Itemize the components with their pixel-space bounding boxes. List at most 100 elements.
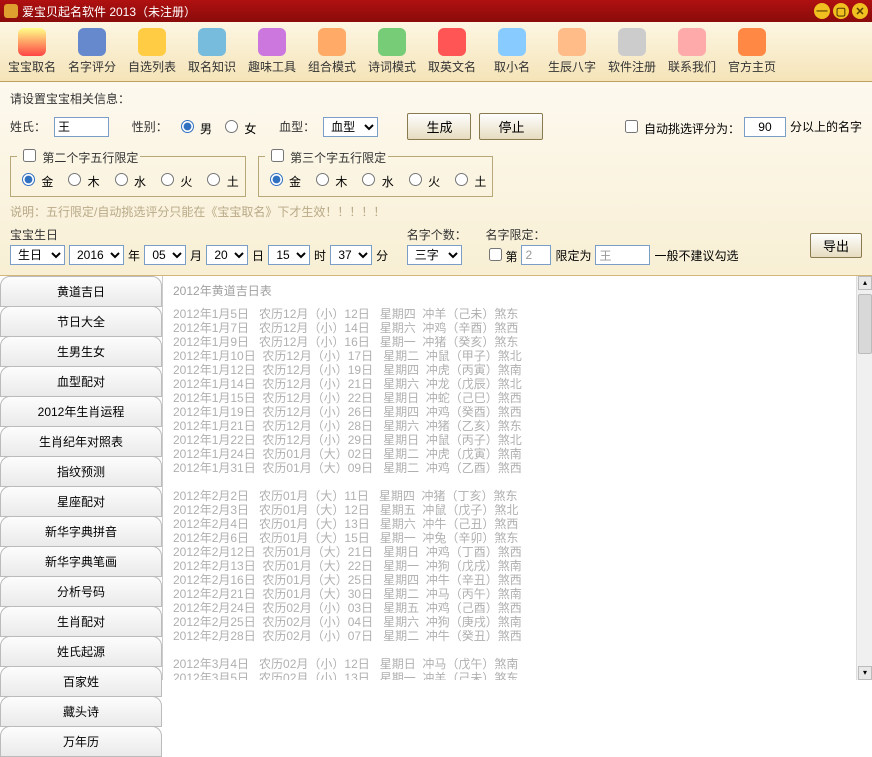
sidebar-tab-6[interactable]: 指纹预测 [0, 456, 162, 487]
export-button[interactable]: 导出 [810, 233, 862, 258]
toolbar-item-4[interactable]: 趣味工具 [242, 26, 302, 77]
toolbar-icon [438, 28, 466, 56]
list-line: 2012年1月7日 农历12月（小）14日 星期六 冲鸡（辛酉）煞西 [173, 321, 862, 335]
list-line: 2012年2月4日 农历01月（大）13日 星期六 冲牛（己丑）煞西 [173, 517, 862, 531]
toolbar-item-8[interactable]: 取小名 [482, 26, 542, 77]
list-line: 2012年1月19日 农历12月（小）26日 星期四 冲鸡（癸酉）煞西 [173, 405, 862, 419]
toolbar-item-3[interactable]: 取名知识 [182, 26, 242, 77]
auto-score-input[interactable] [744, 117, 786, 137]
toolbar-label: 诗词模式 [362, 58, 422, 75]
wx-opt-金[interactable]: 金 [265, 170, 301, 190]
gender-female[interactable]: 女 [220, 117, 256, 137]
gender-male[interactable]: 男 [176, 117, 212, 137]
wx-opt-土[interactable]: 土 [450, 170, 486, 190]
birth-year[interactable]: 2016 [69, 245, 124, 265]
sidebar-tab-11[interactable]: 生肖配对 [0, 606, 162, 637]
surname-input[interactable] [54, 117, 109, 137]
toolbar-label: 宝宝取名 [2, 58, 62, 75]
scrollbar[interactable]: ▴ ▾ [856, 276, 872, 680]
birth-hour[interactable]: 15 [268, 245, 310, 265]
stop-button[interactable]: 停止 [479, 113, 543, 140]
toolbar-label: 官方主页 [722, 58, 782, 75]
wx-opt-火[interactable]: 火 [156, 170, 192, 190]
generate-button[interactable]: 生成 [407, 113, 471, 140]
sidebar-tab-4[interactable]: 2012年生肖运程 [0, 396, 162, 427]
toolbar-label: 自选列表 [122, 58, 182, 75]
auto-pick-check[interactable]: 自动挑选评分为： [621, 117, 740, 137]
sidebar-tab-8[interactable]: 新华字典拼音 [0, 516, 162, 547]
toolbar-item-1[interactable]: 名字评分 [62, 26, 122, 77]
content-title: 2012年黄道吉日表 [173, 282, 862, 299]
wx-group-3: 第三个字五行限定 金 木 水 火 土 [258, 146, 494, 197]
list-line [173, 475, 862, 489]
wx-opt-土[interactable]: 土 [202, 170, 238, 190]
sidebar-tab-14[interactable]: 藏头诗 [0, 696, 162, 727]
list-line: 2012年2月6日 农历01月（大）15日 星期一 冲兔（辛卯）煞东 [173, 531, 862, 545]
list-line: 2012年2月3日 农历01月（大）12日 星期五 冲鼠（戊子）煞北 [173, 503, 862, 517]
wx-opt-金[interactable]: 金 [17, 170, 53, 190]
sidebar-tab-5[interactable]: 生肖纪年对照表 [0, 426, 162, 457]
scroll-down[interactable]: ▾ [858, 666, 872, 680]
list-line: 2012年1月10日 农历12月（小）17日 星期二 冲鼠（甲子）煞北 [173, 349, 862, 363]
blood-select[interactable]: 血型 [323, 117, 378, 137]
toolbar-item-12[interactable]: 官方主页 [722, 26, 782, 77]
toolbar-item-11[interactable]: 联系我们 [662, 26, 722, 77]
wx-opt-水[interactable]: 水 [357, 170, 393, 190]
limit-label: 名字限定： [485, 226, 738, 243]
toolbar-item-6[interactable]: 诗词模式 [362, 26, 422, 77]
sidebar-tab-15[interactable]: 万年历 [0, 726, 162, 757]
sidebar-tab-13[interactable]: 百家姓 [0, 666, 162, 697]
list-line: 2012年2月24日 农历02月（小）03日 星期五 冲鸡（己酉）煞西 [173, 601, 862, 615]
scroll-thumb[interactable] [858, 294, 872, 354]
birth-month[interactable]: 05 [144, 245, 186, 265]
limit-num [521, 245, 551, 265]
wx-opt-木[interactable]: 木 [311, 170, 347, 190]
list-line: 2012年2月12日 农历01月（大）21日 星期日 冲鸡（丁酉）煞西 [173, 545, 862, 559]
toolbar-item-0[interactable]: 宝宝取名 [2, 26, 62, 77]
toolbar-item-2[interactable]: 自选列表 [122, 26, 182, 77]
toolbar-item-7[interactable]: 取英文名 [422, 26, 482, 77]
list-line [173, 643, 862, 657]
sidebar-tab-12[interactable]: 姓氏起源 [0, 636, 162, 667]
prompt: 请设置宝宝相关信息： [10, 90, 862, 107]
wx-opt-水[interactable]: 水 [110, 170, 146, 190]
list-line: 2012年1月14日 农历12月（小）21日 星期六 冲龙（戊辰）煞北 [173, 377, 862, 391]
list-line: 2012年1月22日 农历12月（小）29日 星期日 冲鼠（丙子）煞北 [173, 433, 862, 447]
minimize-button[interactable]: — [814, 3, 830, 19]
sidebar-tab-7[interactable]: 星座配对 [0, 486, 162, 517]
sidebar-tab-2[interactable]: 生男生女 [0, 336, 162, 367]
auto-suffix: 分以上的名字 [790, 118, 862, 135]
wx3-check[interactable]: 第三个字五行限定 [267, 151, 386, 165]
toolbar-icon [618, 28, 646, 56]
count-select[interactable]: 三字 [407, 245, 462, 265]
toolbar-icon [738, 28, 766, 56]
toolbar-icon [198, 28, 226, 56]
list-line: 2012年1月15日 农历12月（小）22日 星期日 冲蛇（己巳）煞西 [173, 391, 862, 405]
birth-mode[interactable]: 生日 [10, 245, 65, 265]
wx2-check[interactable]: 第二个字五行限定 [19, 151, 138, 165]
limit-check[interactable]: 第 [485, 245, 517, 265]
wx-opt-火[interactable]: 火 [404, 170, 440, 190]
birth-min[interactable]: 37 [330, 245, 372, 265]
sidebar-tab-1[interactable]: 节日大全 [0, 306, 162, 337]
close-button[interactable]: ✕ [852, 3, 868, 19]
wx-opt-木[interactable]: 木 [63, 170, 99, 190]
sidebar-tab-10[interactable]: 分析号码 [0, 576, 162, 607]
maximize-button[interactable]: ▢ [833, 3, 849, 19]
scroll-up[interactable]: ▴ [858, 276, 872, 290]
toolbar-icon [318, 28, 346, 56]
toolbar-label: 生辰八字 [542, 58, 602, 75]
sidebar-tab-0[interactable]: 黄道吉日 [0, 276, 162, 307]
gender-label: 性别： [132, 118, 168, 135]
wx-group-2: 第二个字五行限定 金 木 水 火 土 [10, 146, 246, 197]
toolbar-icon [138, 28, 166, 56]
toolbar-item-5[interactable]: 组合模式 [302, 26, 362, 77]
title: 爱宝贝起名软件 2013（未注册） [22, 3, 196, 20]
list-line: 2012年1月31日 农历01月（大）09日 星期二 冲鸡（乙酉）煞西 [173, 461, 862, 475]
wx-hint: 说明：五行限定/自动挑选评分只能在《宝宝取名》下才生效！！！！！ [10, 203, 385, 220]
birth-day[interactable]: 20 [206, 245, 248, 265]
sidebar-tab-3[interactable]: 血型配对 [0, 366, 162, 397]
toolbar-item-10[interactable]: 软件注册 [602, 26, 662, 77]
sidebar-tab-9[interactable]: 新华字典笔画 [0, 546, 162, 577]
toolbar-item-9[interactable]: 生辰八字 [542, 26, 602, 77]
